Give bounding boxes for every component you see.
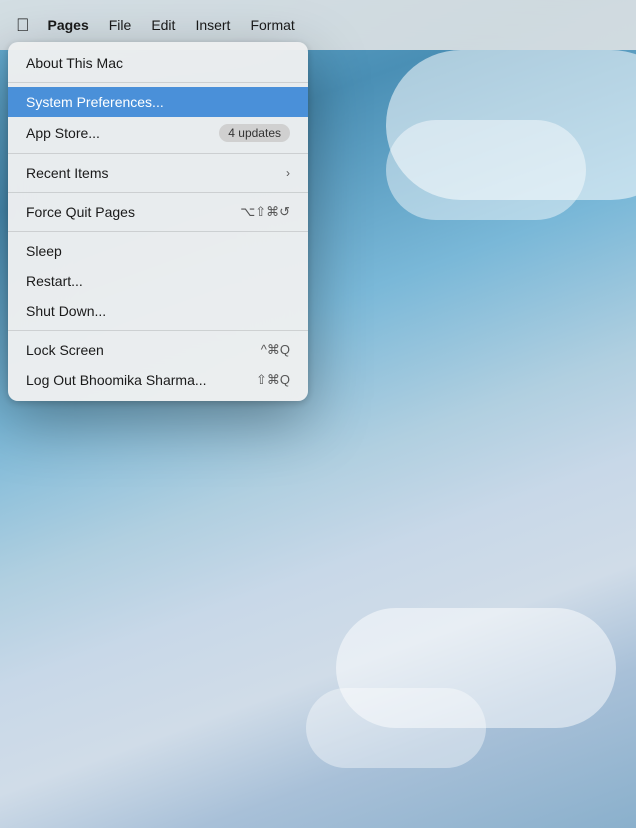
menubar-edit[interactable]: Edit [141, 13, 185, 37]
menu-item-shutdown[interactable]: Shut Down... [8, 296, 308, 326]
separator-2 [8, 153, 308, 154]
apple-menu-button[interactable]:  [8, 11, 38, 40]
menu-item-about[interactable]: About This Mac [8, 48, 308, 78]
separator-1 [8, 82, 308, 83]
apple-dropdown-menu: About This Mac System Preferences... App… [8, 42, 308, 401]
separator-3 [8, 192, 308, 193]
chevron-right-icon: › [286, 166, 290, 180]
menu-item-about-label: About This Mac [26, 55, 290, 71]
menu-item-lock-screen-label: Lock Screen [26, 342, 261, 358]
menu-item-lock-screen[interactable]: Lock Screen ^⌘Q [8, 335, 308, 365]
menu-item-recent-items[interactable]: Recent Items › [8, 158, 308, 188]
menu-item-system-prefs[interactable]: System Preferences... [8, 87, 308, 117]
app-store-badge: 4 updates [219, 124, 290, 142]
menu-item-sleep-label: Sleep [26, 243, 290, 259]
menu-item-app-store[interactable]: App Store... 4 updates [8, 117, 308, 149]
lock-screen-shortcut: ^⌘Q [261, 342, 290, 358]
menu-item-force-quit[interactable]: Force Quit Pages ⌥⇧⌘↺ [8, 197, 308, 227]
menu-item-force-quit-label: Force Quit Pages [26, 204, 240, 220]
menu-item-restart[interactable]: Restart... [8, 266, 308, 296]
menu-item-system-prefs-label: System Preferences... [26, 94, 290, 110]
menu-item-logout-label: Log Out Bhoomika Sharma... [26, 372, 256, 388]
logout-shortcut: ⇧⌘Q [256, 372, 290, 388]
menu-item-sleep[interactable]: Sleep [8, 236, 308, 266]
menu-item-logout[interactable]: Log Out Bhoomika Sharma... ⇧⌘Q [8, 365, 308, 395]
separator-5 [8, 330, 308, 331]
menu-item-recent-items-label: Recent Items [26, 165, 286, 181]
menu-item-app-store-label: App Store... [26, 125, 219, 141]
menu-item-shutdown-label: Shut Down... [26, 303, 290, 319]
menubar-file[interactable]: File [99, 13, 142, 37]
force-quit-shortcut: ⌥⇧⌘↺ [240, 204, 290, 220]
separator-4 [8, 231, 308, 232]
menu-item-restart-label: Restart... [26, 273, 290, 289]
menubar-pages[interactable]: Pages [38, 13, 99, 37]
menubar-insert[interactable]: Insert [185, 13, 240, 37]
menubar-format[interactable]: Format [240, 13, 304, 37]
